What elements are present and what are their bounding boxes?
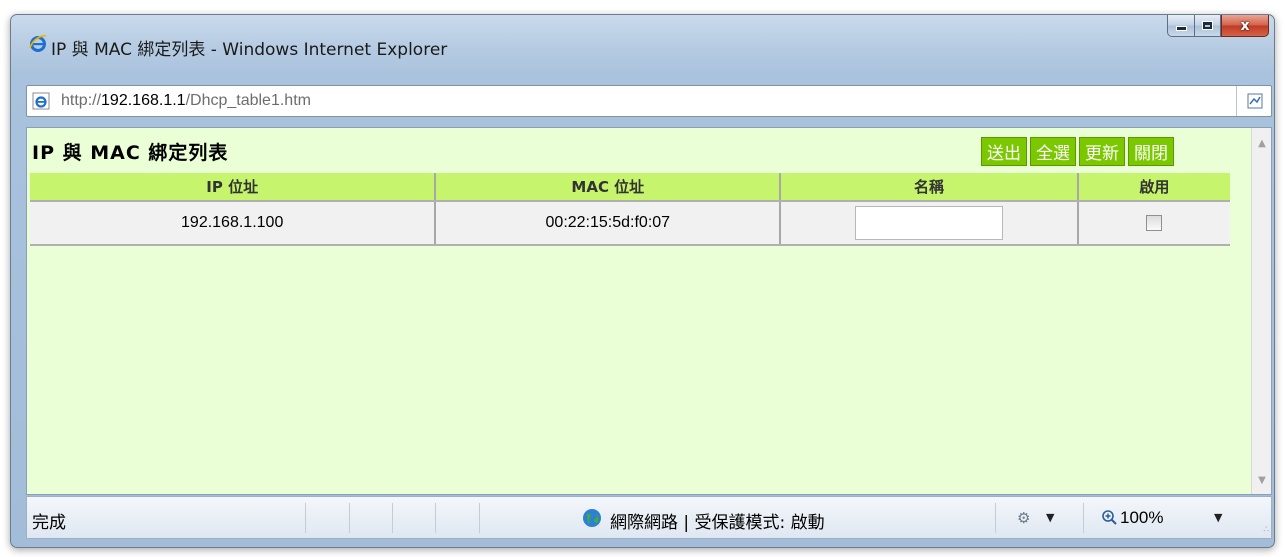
close-window-button[interactable]: x [1221,15,1269,37]
url-path: /Dhcp_table1.htm [185,92,311,109]
compatibility-view-icon[interactable] [1246,92,1264,110]
url-host: 192.168.1.1 [101,92,186,109]
vertical-scrollbar[interactable]: ▲ ▼ [1251,128,1271,494]
cell-name [780,201,1079,246]
status-text: 完成 [32,513,66,533]
page-icon [32,92,50,110]
status-divider [1083,503,1084,533]
chevron-down-icon[interactable]: ▼ [1046,511,1054,524]
cell-mac: 00:22:15:5d:f0:07 [435,201,782,246]
scroll-up-arrow-icon[interactable]: ▲ [1252,138,1271,149]
status-divider [305,503,306,533]
maximize-button[interactable] [1194,15,1221,37]
table-row: 192.168.1.100 00:22:15:5d:f0:07 [30,201,1230,246]
zoom-level[interactable]: 100% [1120,508,1163,528]
header-name: 名稱 [780,173,1079,202]
ie-logo-icon [29,35,47,52]
action-buttons: 送出 全選 更新 關閉 [981,137,1174,166]
scroll-down-arrow-icon[interactable]: ▼ [1252,475,1271,486]
enable-checkbox[interactable] [1146,214,1163,231]
url-prefix: http:// [61,92,102,109]
header-enable: 啟用 [1077,173,1230,202]
cell-ip: 192.168.1.100 [30,201,437,246]
close-icon: x [1240,17,1250,34]
status-bar: 完成 網際網路 | 受保護模式: 啟動 ⚙ ▼ 100% ▼ ∴ [26,496,1272,539]
select-all-button[interactable]: 全選 [1030,137,1076,166]
ip-mac-binding-table: IP 位址 MAC 位址 名稱 啟用 192.168.1.100 00:22:1… [30,173,1230,246]
refresh-button[interactable]: 更新 [1079,137,1125,166]
zoom-icon[interactable] [1101,509,1117,525]
caption-buttons: x [1167,15,1269,37]
address-divider [1236,86,1237,116]
header-mac: MAC 位址 [435,173,782,202]
window-title: IP 與 MAC 綁定列表 - Windows Internet Explore… [51,40,448,60]
resize-grip-icon[interactable]: ∴ [1263,525,1269,535]
minimize-icon [1175,26,1187,31]
status-divider [435,503,436,533]
ie-window: IP 與 MAC 綁定列表 - Windows Internet Explore… [10,14,1275,548]
protected-mode-icon[interactable]: ⚙ [1017,509,1030,527]
submit-button[interactable]: 送出 [981,137,1027,166]
security-zone-text[interactable]: 網際網路 | 受保護模式: 啟動 [610,508,825,533]
chevron-down-icon[interactable]: ▼ [1214,511,1222,524]
status-divider [479,503,480,533]
header-ip: IP 位址 [30,173,437,202]
address-url[interactable]: http://192.168.1.1/Dhcp_table1.htm [61,92,311,110]
page-content: IP 與 MAC 綁定列表 送出 全選 更新 關閉 IP 位址 MAC 位址 名… [26,127,1272,495]
status-divider [349,503,350,533]
internet-zone-globe-icon[interactable] [582,508,602,528]
page-title: IP 與 MAC 綁定列表 [32,142,229,164]
status-divider [995,503,996,533]
table-header-row: IP 位址 MAC 位址 名稱 啟用 [30,173,1230,202]
title-bar[interactable]: IP 與 MAC 綁定列表 - Windows Internet Explore… [11,15,1274,60]
address-bar[interactable]: http://192.168.1.1/Dhcp_table1.htm [26,85,1272,117]
minimize-button[interactable] [1167,15,1194,37]
status-divider [392,503,393,533]
name-input[interactable] [854,206,1003,240]
close-button[interactable]: 關閉 [1128,137,1174,166]
cell-enable [1077,201,1230,246]
maximize-icon [1202,21,1213,30]
